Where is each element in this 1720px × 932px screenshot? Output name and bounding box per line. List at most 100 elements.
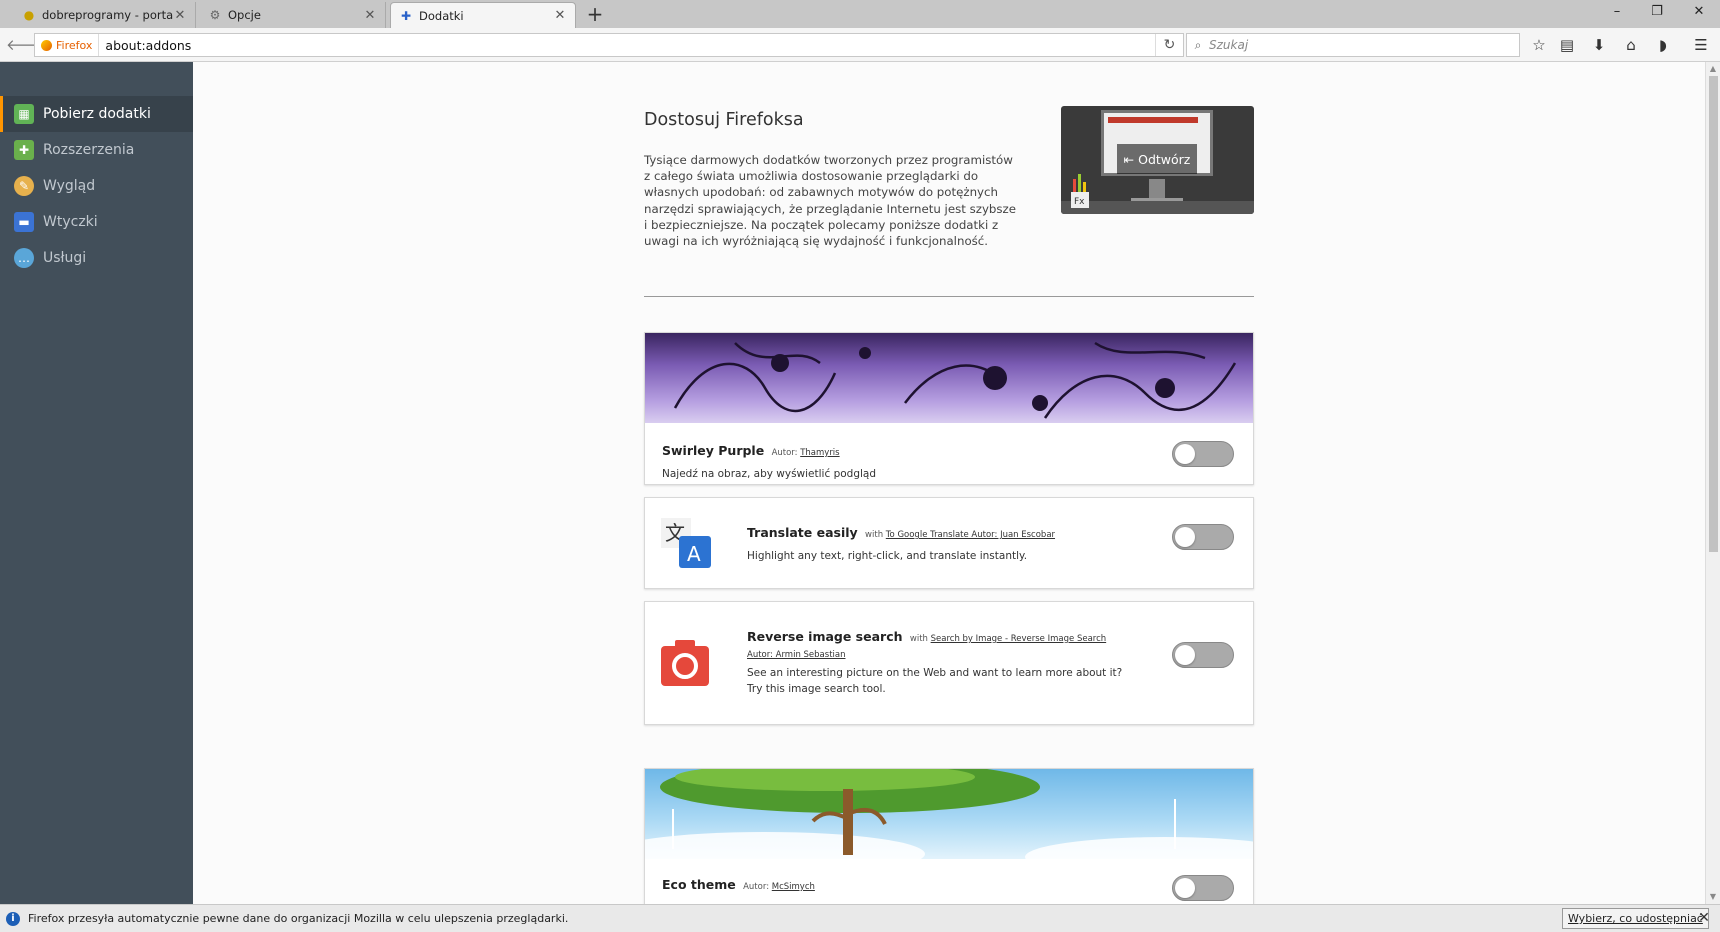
addons-content: Dostosuj Firefoksa Tysiące darmowych dod… (193, 62, 1705, 904)
scrollbar-thumb[interactable] (1709, 76, 1718, 552)
search-icon: ⌕ (1194, 37, 1202, 52)
identity-label: Firefox (56, 38, 93, 52)
meta-prefix: with (865, 530, 884, 540)
back-button[interactable]: 🡐 (6, 33, 46, 57)
close-icon[interactable]: ✕ (553, 8, 567, 23)
addon-card-reverse-image-search[interactable]: Reverse image search with Search by Imag… (644, 601, 1254, 725)
author-link[interactable]: McSimych (772, 882, 815, 892)
sidebar-item-label: Pobierz dodatki (43, 106, 151, 122)
minimize-button[interactable]: – (1600, 0, 1634, 24)
addon-description: Najedź na obraz, aby wyświetlić podgląd (662, 468, 877, 480)
firefox-mascot-icon: Fx (1069, 174, 1091, 210)
gear-icon: ⚙ (209, 8, 221, 22)
translate-icon: 文 A (661, 518, 711, 568)
download-icon[interactable]: ⬇ (1588, 35, 1610, 55)
sidebar-item-appearance[interactable]: ✎ Wygląd (0, 168, 193, 204)
addon-card-swirley-purple[interactable]: Swirley Purple Autor: Thamyris Najedź na… (644, 332, 1254, 485)
addon-meta: with To Google Translate Autor: Juan Esc… (865, 530, 1055, 540)
puzzle-icon: ✚ (14, 140, 34, 160)
telemetry-notification-bar: i Firefox przesyła automatycznie pewne d… (0, 904, 1720, 932)
meta-prefix: with (909, 634, 928, 644)
sidebar-item-label: Wtyczki (43, 214, 98, 230)
pocket-icon[interactable]: ◗ (1652, 35, 1674, 55)
sidebar-item-plugins[interactable]: ▬ Wtyczki (0, 204, 193, 240)
tab-dodatki[interactable]: ✚ Dodatki ✕ (390, 2, 576, 28)
close-icon[interactable]: ✕ (363, 8, 377, 23)
theme-preview-image[interactable] (645, 333, 1253, 423)
install-toggle[interactable] (1172, 642, 1234, 668)
search-input[interactable]: ⌕ Szukaj (1186, 33, 1520, 57)
meta-prefix: Autor: (771, 448, 798, 458)
addon-name: Eco theme Autor: McSimych (662, 877, 815, 892)
hero-description: Tysiące darmowych dodatków tworzonych pr… (644, 153, 1017, 249)
identity-box[interactable]: Firefox (35, 34, 100, 56)
addon-meta: Autor: Thamyris (772, 448, 840, 458)
sidebar-item-label: Rozszerzenia (43, 142, 135, 158)
new-tab-button[interactable]: + (584, 3, 606, 25)
palette-icon: ✎ (14, 176, 34, 196)
search-placeholder: Szukaj (1209, 38, 1249, 52)
addon-description: See an interesting picture on the Web an… (747, 667, 1123, 695)
play-label: Odtwórz (1138, 151, 1191, 167)
addon-card-translate-easily[interactable]: 文 A Translate easily with To Google Tran… (644, 497, 1254, 589)
sidebar-item-get-addons[interactable]: ▦ Pobierz dodatki (0, 96, 193, 132)
puzzle-icon: ✚ (400, 8, 412, 23)
notification-text: Firefox przesyła automatycznie pewne dan… (28, 912, 569, 925)
home-icon[interactable]: ⌂ (1620, 35, 1642, 55)
addon-title: Reverse image search (747, 629, 903, 644)
tab-title: Opcje (228, 8, 261, 22)
scroll-down-icon[interactable]: ▼ (1706, 890, 1720, 904)
section-divider (644, 296, 1254, 297)
install-toggle[interactable] (1172, 524, 1234, 550)
install-toggle[interactable] (1172, 441, 1234, 467)
meta-prefix: Autor: (743, 882, 770, 892)
svg-text:Fx: Fx (1074, 197, 1085, 207)
addon-title: Eco theme (662, 877, 736, 892)
svg-text:A: A (687, 542, 701, 566)
get-addons-icon: ▦ (14, 104, 34, 124)
tab-title: Dodatki (419, 8, 464, 23)
intro-video[interactable]: Fx ⇤ Odtwórz (1061, 106, 1254, 214)
close-window-button[interactable]: ✕ (1682, 0, 1716, 24)
vertical-scrollbar[interactable]: ▲ ▼ (1705, 62, 1720, 904)
author-link[interactable]: Thamyris (800, 448, 839, 458)
tab-title: dobreprogramy - portal ni... (42, 8, 173, 22)
info-icon: i (6, 911, 20, 926)
sidebar-item-services[interactable]: … Usługi (0, 240, 193, 276)
firefox-logo-icon (41, 39, 52, 51)
play-icon: ⇤ (1123, 151, 1135, 167)
url-input[interactable]: about:addons (99, 38, 1155, 53)
bookmarks-menu-icon[interactable]: ▤ (1556, 35, 1578, 55)
page-title: Dostosuj Firefoksa (644, 110, 804, 130)
bookmark-star-icon[interactable]: ☆ (1528, 35, 1550, 55)
maximize-button[interactable]: ❐ (1640, 0, 1674, 24)
sidebar-item-label: Wygląd (43, 178, 96, 194)
addon-title: Translate easily (747, 525, 858, 540)
url-bar[interactable]: Firefox about:addons ↻ (34, 33, 1184, 57)
sidebar-item-extensions[interactable]: ✚ Rozszerzenia (0, 132, 193, 168)
close-icon[interactable]: ✕ (1696, 910, 1712, 926)
theme-preview-image[interactable] (645, 769, 1253, 859)
close-icon[interactable]: ✕ (173, 8, 187, 23)
tab-strip: ● dobreprogramy - portal ni... ✕ ⚙ Opcje… (0, 0, 1720, 28)
scroll-up-icon[interactable]: ▲ (1706, 62, 1720, 76)
addon-name: Reverse image search with Search by Imag… (747, 630, 1127, 662)
tab-dobreprogramy[interactable]: ● dobreprogramy - portal ni... ✕ (14, 2, 196, 28)
choose-what-to-share-button[interactable]: Wybierz, co udostępniać (1562, 908, 1709, 929)
reload-icon[interactable]: ↻ (1155, 34, 1183, 56)
nav-bar: 🡐 Firefox about:addons ↻ ⌕ Szukaj ☆ ▤ ⬇ … (0, 28, 1720, 62)
author-link[interactable]: To Google Translate Autor: Juan Escobar (886, 530, 1055, 540)
dobreprogramy-favicon-icon: ● (23, 8, 35, 22)
sidebar-item-label: Usługi (43, 250, 87, 266)
addon-title: Swirley Purple (662, 443, 765, 458)
addon-card-eco-theme[interactable]: Eco theme Autor: McSimych (644, 768, 1254, 904)
install-toggle[interactable] (1172, 875, 1234, 901)
play-video-button[interactable]: ⇤ Odtwórz (1117, 144, 1197, 174)
camera-icon (661, 638, 711, 688)
category-sidebar: ▦ Pobierz dodatki ✚ Rozszerzenia ✎ Wyglą… (0, 62, 193, 904)
addon-meta: Autor: McSimych (743, 882, 815, 892)
addon-description: Highlight any text, right-click, and tra… (747, 550, 1028, 562)
tab-opcje[interactable]: ⚙ Opcje ✕ (200, 2, 386, 28)
hamburger-menu-icon[interactable]: ☰ (1690, 35, 1712, 55)
addon-name: Translate easily with To Google Translat… (747, 525, 1055, 540)
